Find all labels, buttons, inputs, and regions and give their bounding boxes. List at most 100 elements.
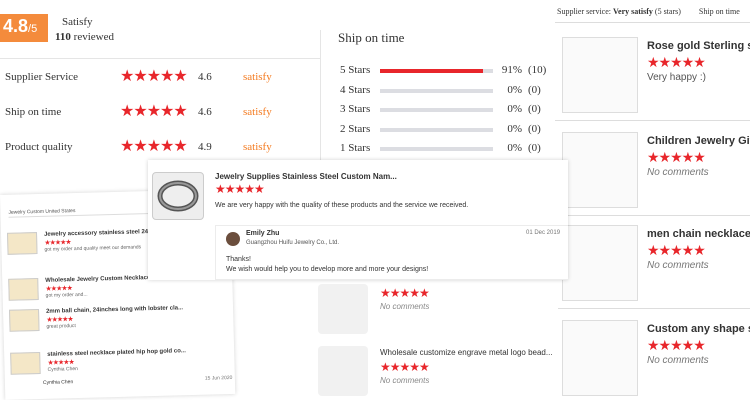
review-product-name[interactable]: Jewelry Supplies Stainless Steel Custom … — [215, 172, 397, 181]
product-name[interactable]: men chain necklace fa — [647, 228, 750, 240]
percent-label: 0% — [507, 142, 522, 154]
product-item[interactable]: men chain necklace fa ★★★★★ No comments — [555, 220, 750, 315]
middle-product-list: ★★★★★ No comments Wholesale customize en… — [318, 280, 558, 400]
rating-row-supplier-service: Supplier Service ★★★★★ 4.6 satisfy — [0, 66, 320, 90]
supplier-reply: Emily Zhu Guangzhou Huifu Jewelry Co., L… — [215, 225, 568, 280]
rating-value: 4.6 — [198, 71, 212, 83]
percent-label: 0% — [507, 122, 522, 135]
product-name[interactable]: Rose gold Sterling silv — [647, 40, 750, 52]
divider — [555, 308, 750, 309]
ship-on-time-panel: Ship on time 5 Stars 91% (10) 4 Stars 0% … — [320, 0, 560, 170]
divider — [555, 215, 750, 216]
product-comment: No comments — [647, 355, 709, 366]
star-level-label: 1 Stars — [340, 142, 371, 154]
rating-row-label: Supplier Service — [5, 71, 79, 83]
percent-label: 0% — [507, 103, 522, 115]
reply-line-1: Thanks! — [226, 256, 251, 263]
product-stars: ★★★★★ — [647, 242, 706, 258]
reply-line-2: We wish would help you to develop more a… — [226, 266, 429, 273]
review-card: Jewelry Supplies Stainless Steel Custom … — [148, 160, 568, 280]
ship-bar-row: 2 Stars 0% (0) — [340, 121, 560, 139]
count-label: (0) — [528, 142, 541, 154]
progress-track — [380, 127, 493, 132]
progress-track — [380, 108, 493, 112]
star-level-label: 3 Stars — [340, 103, 371, 115]
doc-item-title: 2mm ball chain, 24inches long with lobst… — [45, 305, 184, 315]
product-thumbnail — [8, 278, 39, 301]
rating-status: satisfy — [243, 141, 272, 153]
reply-date: 01 Dec 2019 — [526, 230, 561, 236]
count-label: (0) — [528, 103, 541, 115]
ship-bar-row: 5 Stars 91% (10) — [340, 62, 560, 80]
doc-list-item: stainless steel necklace plated hip hop … — [10, 347, 230, 375]
star-rating-icons: ★★★★★ — [120, 138, 188, 155]
product-thumbnail[interactable] — [152, 172, 204, 220]
product-comment: Very happy :) — [647, 72, 706, 83]
count-label: (10) — [528, 64, 547, 76]
product-thumbnail — [10, 352, 41, 375]
rating-status: satisfy — [243, 71, 272, 83]
supplier-service-summary: Supplier service: Very satisfy (5 stars)… — [557, 7, 740, 16]
star-level-label: 4 Stars — [340, 83, 371, 96]
doc-item-comment: got my order and quality meet our demand… — [44, 244, 142, 253]
product-thumbnail[interactable] — [562, 37, 638, 113]
doc-reply-date: 15 Jun 2020 — [204, 374, 233, 382]
rating-row-product-quality: Product quality ★★★★★ 4.9 satisfy — [0, 136, 320, 160]
mid-product-comment: No comments — [380, 302, 430, 311]
rating-value: 4.9 — [198, 141, 212, 153]
product-name[interactable]: Children Jewelry Gift G — [647, 135, 750, 147]
rating-status: satisfy — [243, 106, 272, 118]
review-text: We are very happy with the quality of th… — [215, 202, 469, 209]
count-label: (0) — [528, 83, 541, 96]
ship-bar-row: 4 Stars 0% (0) — [340, 82, 560, 100]
ship-bar-row: 3 Stars 0% (0) — [340, 101, 560, 119]
mid-product-name[interactable]: Wholesale customize engrave metal logo b… — [380, 348, 553, 357]
star-level-label: 2 Stars — [340, 122, 371, 135]
product-thumbnail[interactable] — [562, 320, 638, 396]
product-thumbnail[interactable] — [562, 132, 638, 208]
satisfy-label: Satisfy — [62, 16, 93, 28]
rating-value: 4.6 — [198, 106, 212, 118]
product-name[interactable]: Custom any shape siz — [647, 323, 750, 335]
product-stars: ★★★★★ — [647, 337, 706, 353]
progress-track — [380, 88, 493, 93]
doc-item-comment: Cynthia Chen — [47, 366, 78, 373]
star-rating-icons: ★★★★★ — [120, 103, 188, 120]
divider — [555, 120, 750, 121]
product-stars: ★★★★★ — [647, 54, 706, 70]
ship-title: Ship on time — [338, 30, 405, 45]
avatar — [226, 232, 240, 246]
divider — [555, 22, 750, 23]
star-rating-icons: ★★★★★ — [120, 68, 188, 85]
doc-item-title: stainless steel necklace plated hip hop … — [47, 348, 186, 358]
mid-product-stars: ★★★★★ — [380, 360, 430, 374]
mid-product-item[interactable]: Wholesale customize engrave metal logo b… — [318, 342, 558, 400]
product-thumbnail — [6, 232, 38, 255]
product-thumbnail[interactable] — [562, 225, 638, 301]
reviewed-count: 110 reviewed — [55, 31, 114, 43]
count-label: (0) — [528, 122, 541, 135]
mid-product-item[interactable]: ★★★★★ No comments — [318, 280, 558, 340]
ring-icon — [157, 180, 199, 212]
product-review-list: Supplier service: Very satisfy (5 stars)… — [555, 0, 750, 400]
ship-bar-row: 1 Stars 0% (0) — [340, 140, 560, 158]
star-level-label: 5 Stars — [340, 64, 371, 76]
product-item[interactable]: Children Jewelry Gift G ★★★★★ No comment… — [555, 127, 750, 222]
product-comment: No comments — [647, 260, 709, 271]
product-thumbnail[interactable] — [318, 284, 368, 334]
rating-summary-panel: 4.8/5 Satisfy 110 reviewed Supplier Serv… — [0, 0, 320, 175]
product-item[interactable]: Rose gold Sterling silv ★★★★★ Very happy… — [555, 32, 750, 127]
progress-track — [380, 69, 493, 73]
doc-list-item: 2mm ball chain, 24inches long with lobst… — [9, 304, 229, 332]
rating-row-label: Ship on time — [5, 106, 62, 118]
doc-item-comment: great product — [46, 323, 77, 330]
reply-name: Emily Zhu — [246, 230, 280, 237]
doc-item-comment: got my order and... — [45, 291, 88, 299]
reply-company: Guangzhou Huifu Jewelry Co., Ltd. — [246, 240, 340, 246]
product-comment: No comments — [647, 167, 709, 178]
product-thumbnail[interactable] — [318, 346, 368, 396]
progress-fill — [380, 69, 483, 73]
product-thumbnail — [9, 309, 40, 332]
mid-product-stars: ★★★★★ — [380, 286, 430, 300]
product-item[interactable]: Custom any shape siz ★★★★★ No comments — [555, 315, 750, 400]
